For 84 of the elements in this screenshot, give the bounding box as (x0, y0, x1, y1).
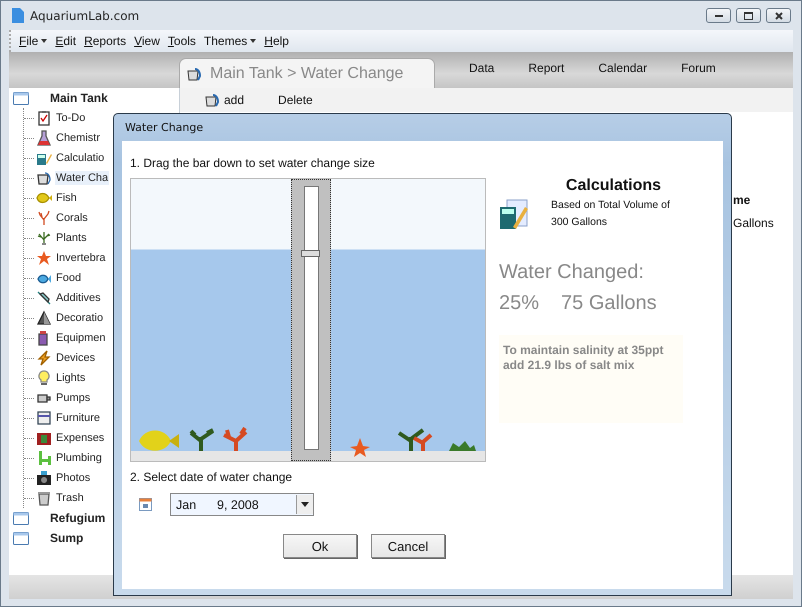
dialog-title: Water Change (124, 120, 204, 136)
ok-button[interactable]: Ok (283, 534, 357, 558)
flask-icon (36, 130, 52, 146)
tree-item[interactable]: Sump (49, 530, 84, 546)
tree-item[interactable]: Additives (55, 291, 102, 305)
tree-item[interactable]: Devices (55, 351, 96, 365)
column-heading: me (733, 193, 752, 207)
tree-item[interactable]: Refugium (49, 510, 106, 526)
minimize-icon (714, 14, 722, 17)
starfish-icon (36, 250, 52, 266)
menu-item[interactable]: View (130, 34, 164, 48)
tab[interactable]: Forum (681, 58, 716, 88)
close-button[interactable] (766, 8, 791, 23)
menu-item[interactable]: Edit (51, 34, 80, 48)
tree-item[interactable]: Equipmen (55, 331, 107, 345)
caret-icon (250, 39, 256, 43)
tab[interactable]: Report (528, 58, 564, 88)
percent-text: 25% (499, 292, 540, 315)
caret-icon (41, 39, 48, 43)
menu-item[interactable]: Tools (164, 34, 200, 48)
clipboard-icon (36, 110, 52, 126)
tree-item[interactable]: Pumps (55, 391, 92, 405)
lightning-icon (36, 350, 52, 366)
tree-item[interactable]: Expenses (55, 431, 106, 445)
panel-title: Calculations (564, 177, 662, 195)
date-field[interactable]: Jan 9, 2008 (170, 493, 314, 516)
money-box-icon (36, 430, 52, 446)
tab[interactable]: Data (469, 58, 494, 88)
menu-item[interactable]: File (15, 34, 52, 48)
cabinet-icon (36, 410, 52, 426)
trash-icon (36, 490, 52, 506)
tree-item[interactable]: Plumbing (55, 451, 103, 465)
tree-item[interactable]: Food (55, 271, 82, 285)
instruction-text: 2. Select date of water change (130, 470, 294, 484)
cancel-button[interactable]: Cancel (371, 534, 445, 558)
camera-icon (36, 470, 52, 486)
pyramid-icon (36, 310, 52, 326)
tree-item[interactable]: Fish (55, 191, 78, 205)
fish-icon (36, 190, 52, 206)
coral-icon (36, 210, 52, 226)
volume-text: Gallons (733, 216, 775, 230)
tree-item[interactable]: Lights (55, 371, 86, 385)
syringe-icon (36, 290, 52, 306)
calendar-icon (139, 498, 152, 511)
dropdown-arrow-icon (301, 502, 309, 507)
bucket-icon (36, 170, 52, 186)
maximize-button[interactable] (736, 8, 761, 23)
tree-item[interactable]: Invertebra (55, 251, 107, 265)
bulb-icon (36, 370, 52, 386)
tree-item[interactable]: Trash (55, 491, 85, 505)
salinity-note: To maintain salinity at 35ppt add 21.9 lbs of salt mix (499, 335, 683, 423)
window-icon (13, 512, 29, 524)
tree-item[interactable]: Decoratio (55, 311, 104, 325)
window-title: AquariumLab.com (30, 8, 140, 22)
plant-icon (36, 230, 52, 246)
pipe-icon (36, 450, 52, 466)
tree-item[interactable]: Chemistr (55, 131, 102, 145)
menu-item[interactable]: Themes (200, 34, 260, 48)
menu-item[interactable]: Help (260, 34, 293, 48)
window-icon (13, 92, 29, 104)
bucket-icon (204, 92, 220, 108)
document-icon (12, 8, 24, 23)
instruction-text: 1. Drag the bar down to set water change size (130, 156, 376, 170)
minimize-button[interactable] (706, 8, 731, 23)
maximize-icon (744, 12, 753, 20)
tree-item[interactable]: Plants (55, 231, 88, 245)
bucket-icon (186, 66, 202, 82)
delete-button[interactable]: Delete (278, 93, 313, 107)
volume-text: 75 Gallons (561, 292, 657, 315)
tree-item[interactable]: Water Cha (55, 171, 110, 185)
tree-item[interactable]: Photos (55, 471, 92, 485)
tree-item[interactable]: Main Tank (49, 90, 109, 106)
add-button[interactable]: add (204, 92, 244, 108)
tab[interactable]: Calendar (598, 58, 648, 88)
close-icon (774, 12, 782, 20)
calculator-icon (499, 199, 529, 231)
result-label: Water Changed: (499, 261, 645, 284)
volume-text: Based on Total Volume of 300 Gallons (551, 198, 671, 230)
menu-item[interactable]: Reports (80, 34, 130, 48)
tree-item[interactable]: Corals (55, 211, 89, 225)
window-icon (13, 532, 29, 544)
tree-item[interactable]: To-Do (55, 111, 86, 125)
tree-item[interactable]: Calculatio (55, 151, 106, 165)
tree-item[interactable]: Furniture (55, 411, 102, 425)
